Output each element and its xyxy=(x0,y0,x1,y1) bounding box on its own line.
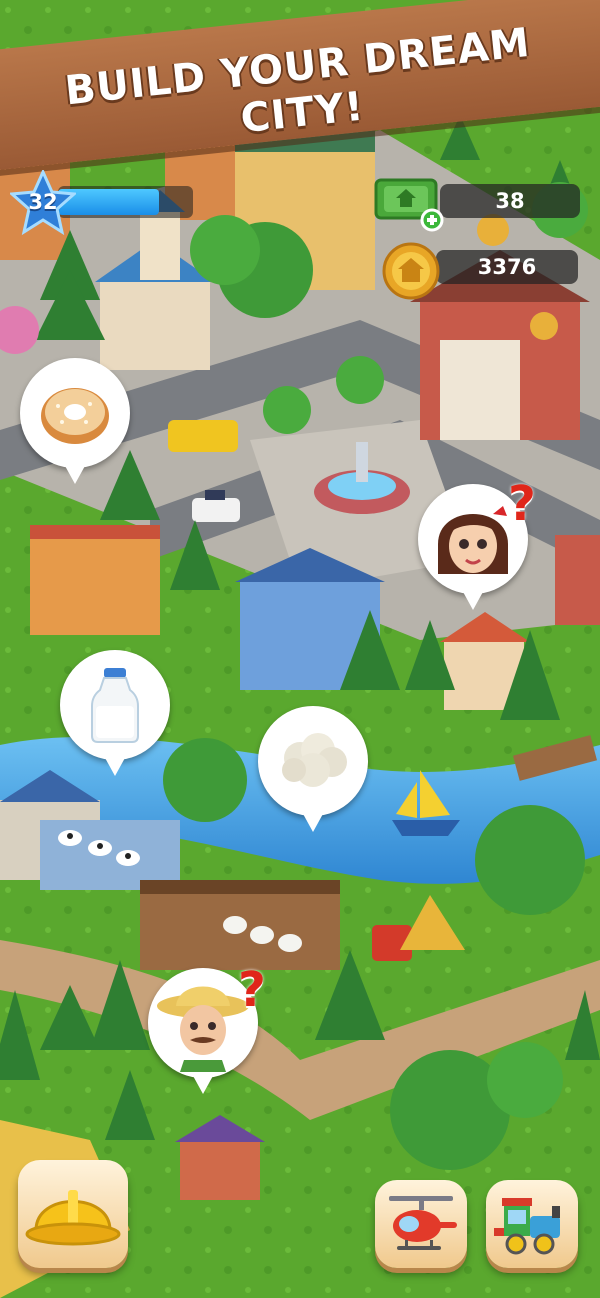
cash-value: 38 xyxy=(495,189,525,213)
helicopter-button[interactable] xyxy=(375,1180,467,1268)
sailboat xyxy=(392,820,460,836)
donut-icon xyxy=(41,388,109,444)
helicopter-icon xyxy=(389,1196,457,1250)
milk-bottle-icon xyxy=(91,668,139,743)
coin-counter: 3376 xyxy=(436,250,578,284)
question-icon: ? xyxy=(238,962,266,1018)
question-icon: ? xyxy=(508,476,536,532)
police-car xyxy=(192,498,240,522)
school-bus xyxy=(168,420,238,452)
wool-request-bubble[interactable] xyxy=(258,706,368,832)
train-icon xyxy=(494,1198,560,1255)
hard-hat-icon xyxy=(25,1190,121,1246)
train-button[interactable] xyxy=(486,1180,578,1268)
xp-progress-bar xyxy=(58,186,193,218)
donut-request-bubble[interactable] xyxy=(20,358,130,484)
coin-icon[interactable] xyxy=(382,242,440,300)
cash-icon[interactable] xyxy=(372,176,444,232)
milk-request-bubble[interactable] xyxy=(60,650,170,776)
wool-icon xyxy=(282,733,347,787)
cash-counter: 38 xyxy=(440,184,580,218)
build-button[interactable] xyxy=(18,1160,128,1268)
coin-value: 3376 xyxy=(477,255,537,279)
level-number: 32 xyxy=(28,190,58,214)
